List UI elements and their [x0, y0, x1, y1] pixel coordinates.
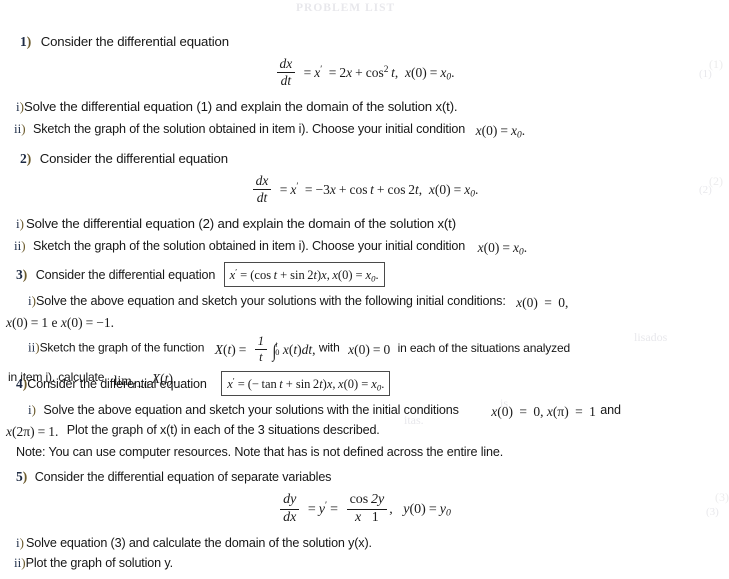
problem-5-number: 5) — [16, 469, 28, 484]
problem-5-stem: Consider the differential equation of se… — [34, 470, 332, 484]
problem-3-stem: Consider the differential equation — [35, 267, 216, 282]
item-marker-ii: ii) — [28, 340, 40, 356]
problem-2-stem-line: 2) Consider the differential equation — [0, 150, 729, 168]
problem-2: 2) Consider the differential equation dx… — [0, 150, 729, 258]
problem-1-item-ii: ii) Sketch the graph of the solution obt… — [0, 120, 729, 141]
problem-4-item-i: i) Solve the above equation and sketch y… — [0, 401, 729, 419]
problem-4-item-i-continuation: x(2π) = 1. Plot the graph of x(t) in each … — [0, 421, 729, 439]
problem-5-dy-dx-fraction: dy dx — [280, 492, 300, 525]
problem-2-dx-dt-fraction: dx dt — [252, 173, 272, 205]
problem-4-continuation-text: Plot the graph of x(t) in each of the 3 … — [66, 423, 380, 438]
problem-4-continuation-math: x(2π) = 1. — [6, 424, 59, 440]
item-marker-i: i) — [28, 293, 36, 309]
problem-4: 4)Consider the differential equation x′ =… — [0, 371, 729, 461]
problem-4-item-i-text-tail: and — [600, 403, 621, 418]
problem-1-item-i: i)Solve the differential equation (1) an… — [0, 98, 729, 116]
item-marker-i: i) — [16, 216, 24, 232]
problem-2-stem: Consider the differential equation — [39, 151, 228, 166]
problem-3-item-ii-text-c: in each of the situations analyzed — [397, 341, 571, 356]
problem-4-stem-line: 4)Consider the differential equation x′ =… — [0, 371, 729, 397]
problem-3-item-i-continuation: x(0) = 1 e x(0) = −1. — [0, 312, 729, 330]
problem-1-item-ii-text: Sketch the graph of the solution obtaine… — [33, 122, 466, 137]
problem-3-item-ii-text-b: with — [318, 341, 340, 356]
problem-1-dx-dt-fraction: dx dt — [276, 56, 296, 88]
problem-2-item-i: i) Solve the differential equation (2) an… — [0, 215, 729, 233]
problem-5-item-i: i) Solve equation (3) and calculate the d… — [0, 534, 729, 552]
problem-1-stem-line: 1) Consider the differential equation — [0, 33, 729, 51]
problem-5-item-ii-text: Plot the graph of solution y. — [25, 556, 173, 571]
problem-4-item-i-text: Solve the above equation and sketch your… — [43, 403, 459, 418]
item-marker-ii: ii) — [14, 555, 26, 571]
problem-5-item-i-text: Solve equation (3) and calculate the dom… — [25, 536, 372, 551]
problem-3-item-i-continuation-math: x(0) = 1 e x(0) = −1. — [6, 315, 114, 331]
problem-4-boxed-equation: x′ = (− tan t + sin 2t)x, x(0) = x0. — [221, 371, 391, 397]
problem-3-item-ii-text-a: Sketch the graph of the function — [39, 341, 205, 356]
problem-3-number: 3) — [16, 266, 28, 282]
problem-2-item-i-text: Solve the differential equation (2) and … — [25, 216, 456, 232]
problem-1-equation: dx dt = x′ = 2x + cos2 t, x(0) = x0. (1) — [0, 56, 729, 89]
problem-4-note-text: Note: You can use computer resources. No… — [16, 445, 504, 460]
problem-3-item-ii-math-b: x(0) = 0 — [348, 342, 391, 358]
problem-3-item-ii: ii)Sketch the graph of the function X(t)… — [0, 334, 729, 365]
problem-3-stem-line: 3) Consider the differential equation x′… — [0, 262, 729, 288]
top-watermark: PROBLEM LIST — [296, 2, 396, 14]
problem-5: 5) Consider the differential equation of… — [0, 468, 729, 572]
item-marker-ii: ii) — [14, 121, 26, 137]
equation-1-tag: (1) — [709, 57, 723, 71]
problem-5-item-ii: ii)Plot the graph of solution y. — [0, 554, 729, 572]
problem-1-item-i-text: Solve the differential equation (1) and … — [23, 99, 458, 115]
problem-5-rhs-fraction: cos 2y x 1 — [346, 492, 388, 525]
document-page: PROBLEM LIST 1) Consider the differentia… — [0, 0, 729, 579]
problem-2-item-ii-math: x(0) = x0. — [477, 240, 528, 258]
problem-2-item-ii-text: Sketch the graph of the solution obtaine… — [33, 239, 466, 254]
problem-1: 1) Consider the differential equation dx… — [0, 33, 729, 141]
problem-3-item-ii-math: X(t) = 1t ∫ t 0 x(t)dt, — [214, 334, 319, 365]
problem-3-item-i-math: x(0) = 0, — [516, 295, 569, 311]
problem-5-equation: dy dx = y′ = cos 2y x 1 , y(0) = y0 (3) — [0, 490, 729, 526]
problem-3-boxed-equation: x′ = (cos t + sin 2t)x, x(0) = x0. — [223, 262, 385, 288]
item-marker-i: i) — [28, 402, 36, 418]
equation-2-tag: (2) — [709, 174, 723, 188]
problem-3-item-i-text: Solve the above equation and sketch your… — [35, 294, 506, 309]
equation-3-tag: (3) — [715, 490, 729, 504]
item-marker-i: i) — [16, 535, 24, 551]
problem-4-note: Note: You can use computer resources. No… — [0, 443, 729, 461]
problem-2-number: 2) — [20, 151, 32, 166]
problem-3-item-i: i)Solve the above equation and sketch yo… — [0, 292, 729, 310]
problem-5-stem-line: 5) Consider the differential equation of… — [0, 468, 729, 486]
problem-1-number: 1) — [20, 34, 32, 49]
item-marker-ii: ii) — [14, 238, 26, 254]
problem-4-stem: Consider the differential equation — [27, 376, 207, 391]
problem-1-item-ii-math: x(0) = x0. — [475, 123, 526, 141]
problem-1-stem: Consider the differential equation — [40, 34, 229, 49]
problem-4-number: 4) — [16, 375, 28, 391]
item-marker-i: i) — [16, 99, 24, 115]
problem-2-item-ii: ii) Sketch the graph of the solution obt… — [0, 237, 729, 258]
problem-4-item-i-math: x(0) = 0, x(π) = 1 — [491, 404, 596, 420]
problem-2-equation: dx dt = x′ = −3x + cos t + cos 2t, x(0) = x0. (2… — [0, 173, 729, 206]
